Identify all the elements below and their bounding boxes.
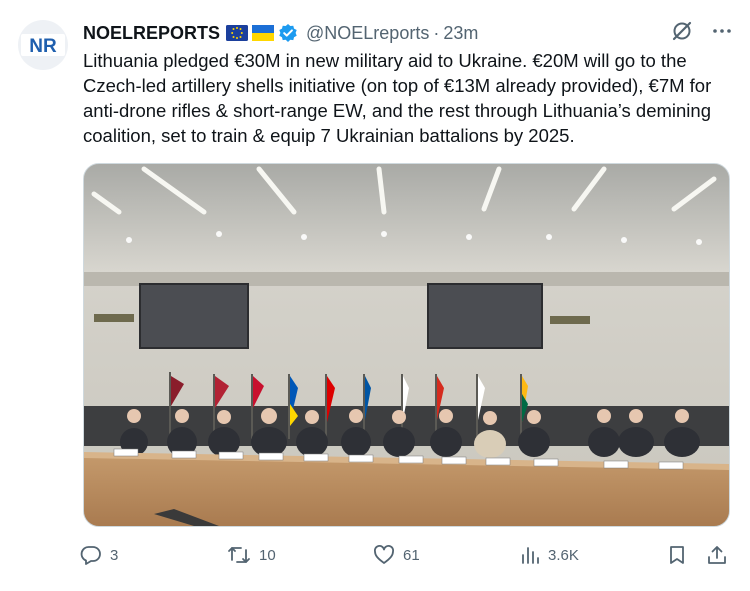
more-options-icon[interactable]	[711, 20, 733, 47]
verified-badge-icon	[278, 23, 298, 43]
header-actions	[671, 20, 733, 46]
reply-count: 3	[110, 546, 119, 564]
display-name[interactable]: NOELREPORTS	[83, 23, 220, 44]
share-icon	[706, 544, 728, 566]
ukraine-flag-icon	[252, 25, 275, 41]
repost-count: 10	[259, 546, 276, 564]
tweet-photo[interactable]	[83, 163, 730, 527]
separator-dot: ·	[433, 22, 440, 43]
share-button[interactable]	[706, 541, 728, 569]
svg-text:NR: NR	[29, 36, 57, 57]
repost-button[interactable]: 10	[227, 541, 276, 569]
like-count: 61	[403, 546, 420, 564]
views-count: 3.6K	[548, 546, 579, 564]
tweet-actions: 3 10 61 3.6K	[80, 541, 730, 569]
bookmark-icon	[667, 544, 687, 566]
eu-flag-icon	[226, 25, 249, 41]
like-button[interactable]: 61	[373, 541, 420, 569]
tweet-header: NOELREPORTS @NOELreports · 23m	[83, 20, 733, 46]
heart-icon	[373, 544, 395, 566]
tweet-text: Lithuania pledged €30M in new military a…	[83, 50, 712, 146]
avatar-logo: NR	[21, 34, 65, 57]
grok-icon[interactable]	[671, 20, 693, 47]
conference-room-image	[84, 164, 729, 526]
user-handle[interactable]: @NOELreports	[306, 23, 429, 44]
repost-icon	[227, 544, 251, 566]
reply-button[interactable]: 3	[80, 541, 118, 569]
avatar[interactable]: NR	[18, 20, 68, 70]
reply-icon	[80, 544, 102, 566]
tweet-card[interactable]: NR NOELREPORTS @NOELreports · 23m Lithua…	[0, 0, 750, 591]
bookmark-button[interactable]	[667, 541, 687, 569]
views-button[interactable]: 3.6K	[520, 541, 579, 569]
views-chart-icon	[520, 544, 540, 566]
timestamp[interactable]: 23m	[443, 23, 478, 44]
